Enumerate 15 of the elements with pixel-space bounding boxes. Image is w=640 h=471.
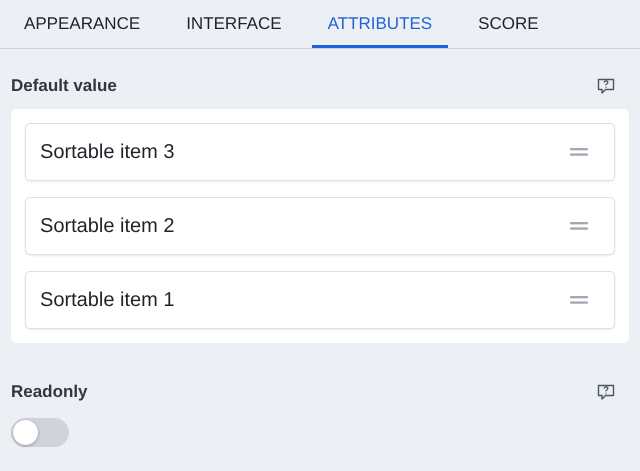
- help-icon[interactable]: [596, 382, 616, 402]
- sortable-item[interactable]: Sortable item 3: [25, 123, 615, 181]
- drag-handle-icon[interactable]: [570, 148, 588, 156]
- field-label: Readonly: [11, 382, 88, 402]
- drag-handle-icon[interactable]: [570, 222, 588, 230]
- tab[interactable]: SCORE: [462, 0, 555, 48]
- tab[interactable]: ATTRIBUTES: [312, 0, 448, 48]
- sortable-item[interactable]: Sortable item 1: [25, 271, 615, 329]
- tab[interactable]: APPEARANCE: [8, 0, 156, 48]
- tab[interactable]: INTERFACE: [170, 0, 298, 48]
- field-label: Default value: [11, 76, 117, 96]
- help-icon[interactable]: [596, 76, 616, 96]
- toggle-switch[interactable]: [11, 418, 69, 447]
- sortable-item[interactable]: Sortable item 2: [25, 197, 615, 255]
- drag-handle-icon[interactable]: [570, 296, 588, 304]
